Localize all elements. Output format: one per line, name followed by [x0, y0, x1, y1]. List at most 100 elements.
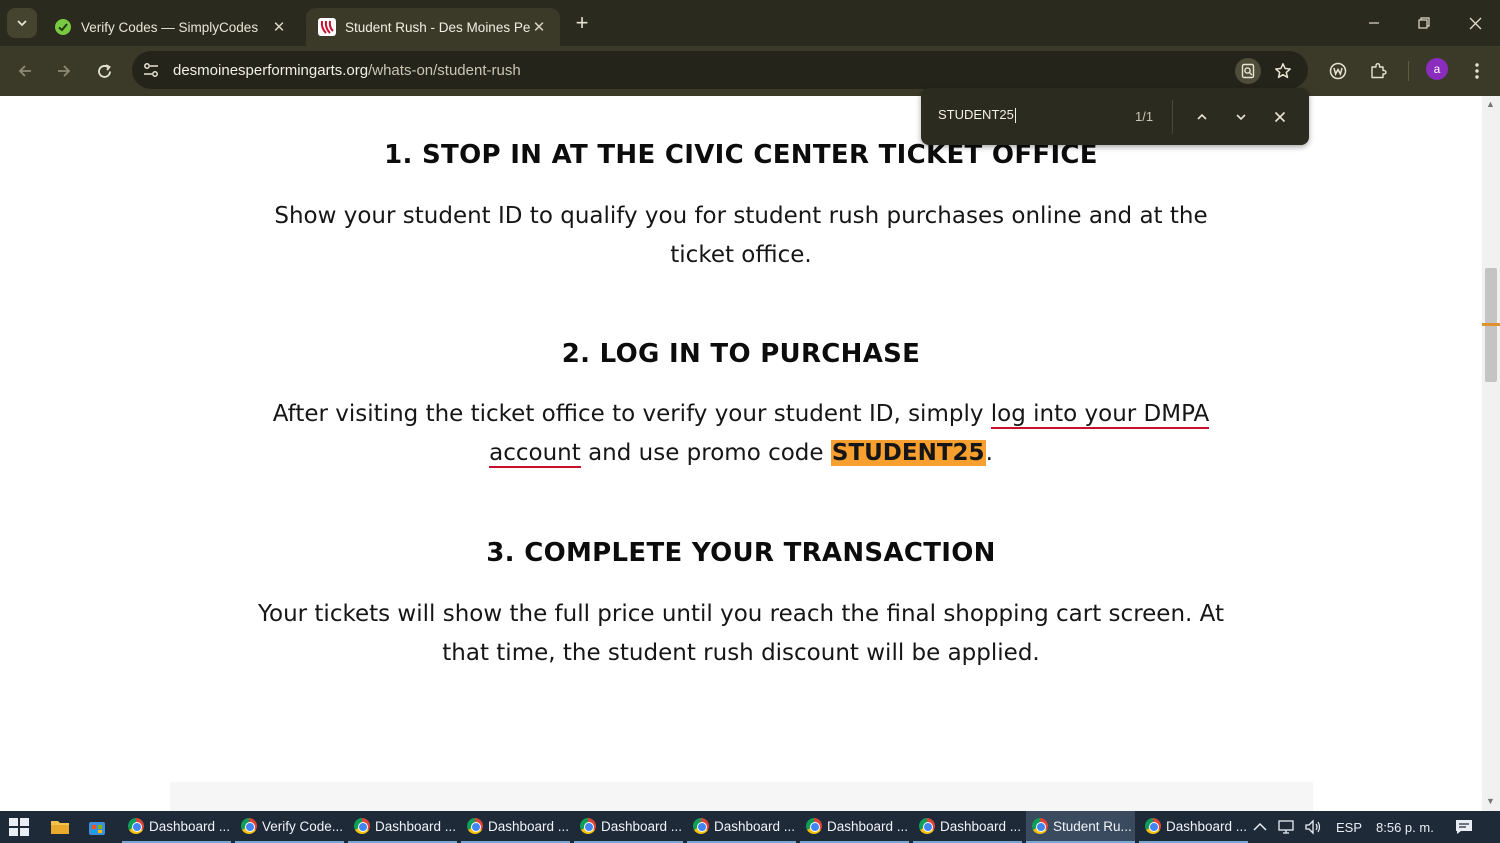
dmpa-icon	[318, 18, 336, 36]
tab-title: Verify Codes — SimplyCodes	[81, 19, 259, 35]
taskbar-item-label: Dashboard ...	[375, 818, 457, 834]
store-button[interactable]	[88, 811, 106, 843]
taskbar-item-label: Dashboard ...	[488, 818, 570, 834]
toolbar-separator	[1408, 61, 1409, 81]
bookmark-button[interactable]	[1270, 58, 1296, 84]
step-2-heading: 2. LOG IN TO PURCHASE	[561, 339, 921, 369]
step-2-text: After visiting the ticket office to veri…	[250, 395, 1232, 473]
forward-button[interactable]	[48, 55, 80, 87]
taskbar-item-label: Dashboard ...	[714, 818, 796, 834]
step-1-text: Show your student ID to qualify you for …	[274, 203, 1208, 268]
text-caret	[1014, 108, 1016, 124]
notification-icon	[1456, 820, 1472, 834]
profile-avatar[interactable]: a	[1426, 58, 1448, 80]
chevron-up-icon	[1253, 822, 1267, 831]
store-icon	[89, 822, 105, 835]
next-section-band	[170, 782, 1313, 811]
find-query: STUDENT25	[938, 107, 1014, 122]
simplycodes-icon	[55, 19, 71, 35]
step-2-text-end: .	[985, 440, 993, 466]
browser-menu-button[interactable]	[1464, 58, 1490, 84]
find-previous-button[interactable]	[1188, 103, 1216, 131]
site-info-button[interactable]	[140, 59, 162, 81]
find-close-button[interactable]	[1266, 103, 1294, 131]
chrome-icon	[919, 818, 935, 834]
volume-button[interactable]	[1304, 811, 1322, 843]
back-arrow-icon	[18, 65, 31, 77]
chrome-icon	[128, 818, 144, 834]
step-3-heading: 3. COMPLETE YOUR TRANSACTION	[486, 538, 996, 568]
taskbar-item[interactable]: Dashboard ...	[348, 811, 457, 843]
reload-button[interactable]	[88, 55, 120, 87]
taskbar-item[interactable]: Verify Code...	[235, 811, 344, 843]
tab-strip: Verify Codes — SimplyCodes ✕ Student Rus…	[0, 0, 1500, 46]
promo-code-highlight: STUDENT25	[830, 440, 986, 466]
taskbar-item[interactable]: Dashboard ...	[1139, 811, 1248, 843]
url-text[interactable]: desmoinesperformingarts.org/whats-on/stu…	[173, 62, 521, 79]
notifications-button[interactable]	[1455, 811, 1473, 843]
taskbar-item-label: Dashboard ...	[601, 818, 683, 834]
show-hidden-icons-button[interactable]	[1253, 811, 1267, 843]
puzzle-icon	[1371, 63, 1387, 79]
find-next-button[interactable]	[1227, 103, 1255, 131]
taskbar-item[interactable]: Dashboard ...	[574, 811, 683, 843]
taskbar-item[interactable]: Dashboard ...	[122, 811, 231, 843]
network-button[interactable]	[1278, 811, 1296, 843]
chrome-icon	[580, 818, 596, 834]
wordtune-icon	[1329, 62, 1347, 80]
windows-taskbar: Dashboard ... Verify Code... Dashboard .…	[0, 811, 1500, 843]
extension-w-button[interactable]	[1325, 58, 1351, 84]
page-content: 1. STOP IN AT THE CIVIC CENTER TICKET OF…	[0, 96, 1482, 811]
find-separator	[1172, 100, 1173, 134]
taskbar-item-label: Dashboard ...	[149, 818, 231, 834]
find-in-page-button[interactable]	[1235, 58, 1261, 84]
chrome-icon	[467, 818, 483, 834]
url-host: desmoinesperformingarts.org	[173, 61, 369, 79]
taskbar-item-label: Dashboard ...	[1166, 818, 1248, 834]
minimize-icon	[1369, 22, 1379, 24]
tab-student-rush[interactable]: Student Rush - Des Moines Perf ✕	[306, 8, 560, 46]
input-language[interactable]: ESP	[1336, 811, 1362, 843]
restore-button[interactable]	[1400, 8, 1448, 38]
step-2-text-middle: and use promo code	[580, 440, 831, 466]
more-vertical-icon	[1475, 63, 1479, 79]
scroll-up-arrow-icon[interactable]: ▲	[1486, 99, 1495, 109]
new-tab-button[interactable]: +	[568, 10, 596, 38]
tab-search-button[interactable]	[7, 8, 37, 38]
taskbar-item[interactable]: Dashboard ...	[687, 811, 796, 843]
forward-arrow-icon	[58, 65, 71, 77]
speaker-icon	[1305, 819, 1321, 835]
close-tab-icon[interactable]: ✕	[530, 18, 548, 36]
tab-verify-codes[interactable]: Verify Codes — SimplyCodes ✕	[42, 8, 300, 46]
star-icon	[1275, 63, 1291, 79]
chrome-icon	[1032, 818, 1048, 834]
close-tab-icon[interactable]: ✕	[270, 18, 288, 36]
extensions-button[interactable]	[1365, 58, 1391, 84]
address-bar[interactable]: desmoinesperformingarts.org/whats-on/stu…	[132, 51, 1308, 89]
chrome-icon	[1145, 818, 1161, 834]
scroll-down-arrow-icon[interactable]: ▼	[1486, 796, 1495, 806]
taskbar-item-active[interactable]: Student Ru...	[1026, 811, 1135, 843]
step-3-text: Your tickets will show the full price un…	[258, 601, 1224, 666]
taskbar-item[interactable]: Dashboard ...	[913, 811, 1022, 843]
find-match-marker	[1482, 323, 1500, 326]
taskbar-item-label: Student Ru...	[1053, 818, 1132, 834]
find-bar: STUDENT25 1/1	[921, 88, 1309, 145]
chrome-icon	[806, 818, 822, 834]
step-2-text-intro: After visiting the ticket office to veri…	[272, 401, 991, 427]
page-scrollbar[interactable]: ▲ ▼	[1482, 96, 1500, 811]
restore-icon	[1418, 17, 1430, 29]
windows-start-icon[interactable]	[8, 817, 30, 837]
chevron-down-icon	[1236, 114, 1246, 121]
taskbar-item[interactable]: Dashboard ...	[800, 811, 909, 843]
close-window-button[interactable]	[1451, 8, 1499, 38]
back-button[interactable]	[9, 55, 41, 87]
clock[interactable]: 8:56 p. m.	[1376, 811, 1434, 843]
tune-icon	[144, 63, 158, 77]
minimize-button[interactable]	[1350, 8, 1398, 38]
taskbar-item[interactable]: Dashboard ...	[461, 811, 570, 843]
file-explorer-button[interactable]	[50, 811, 70, 843]
find-match-count: 1/1	[1135, 109, 1154, 124]
taskbar-item-label: Dashboard ...	[827, 818, 909, 834]
find-input[interactable]: STUDENT25	[938, 107, 1016, 124]
